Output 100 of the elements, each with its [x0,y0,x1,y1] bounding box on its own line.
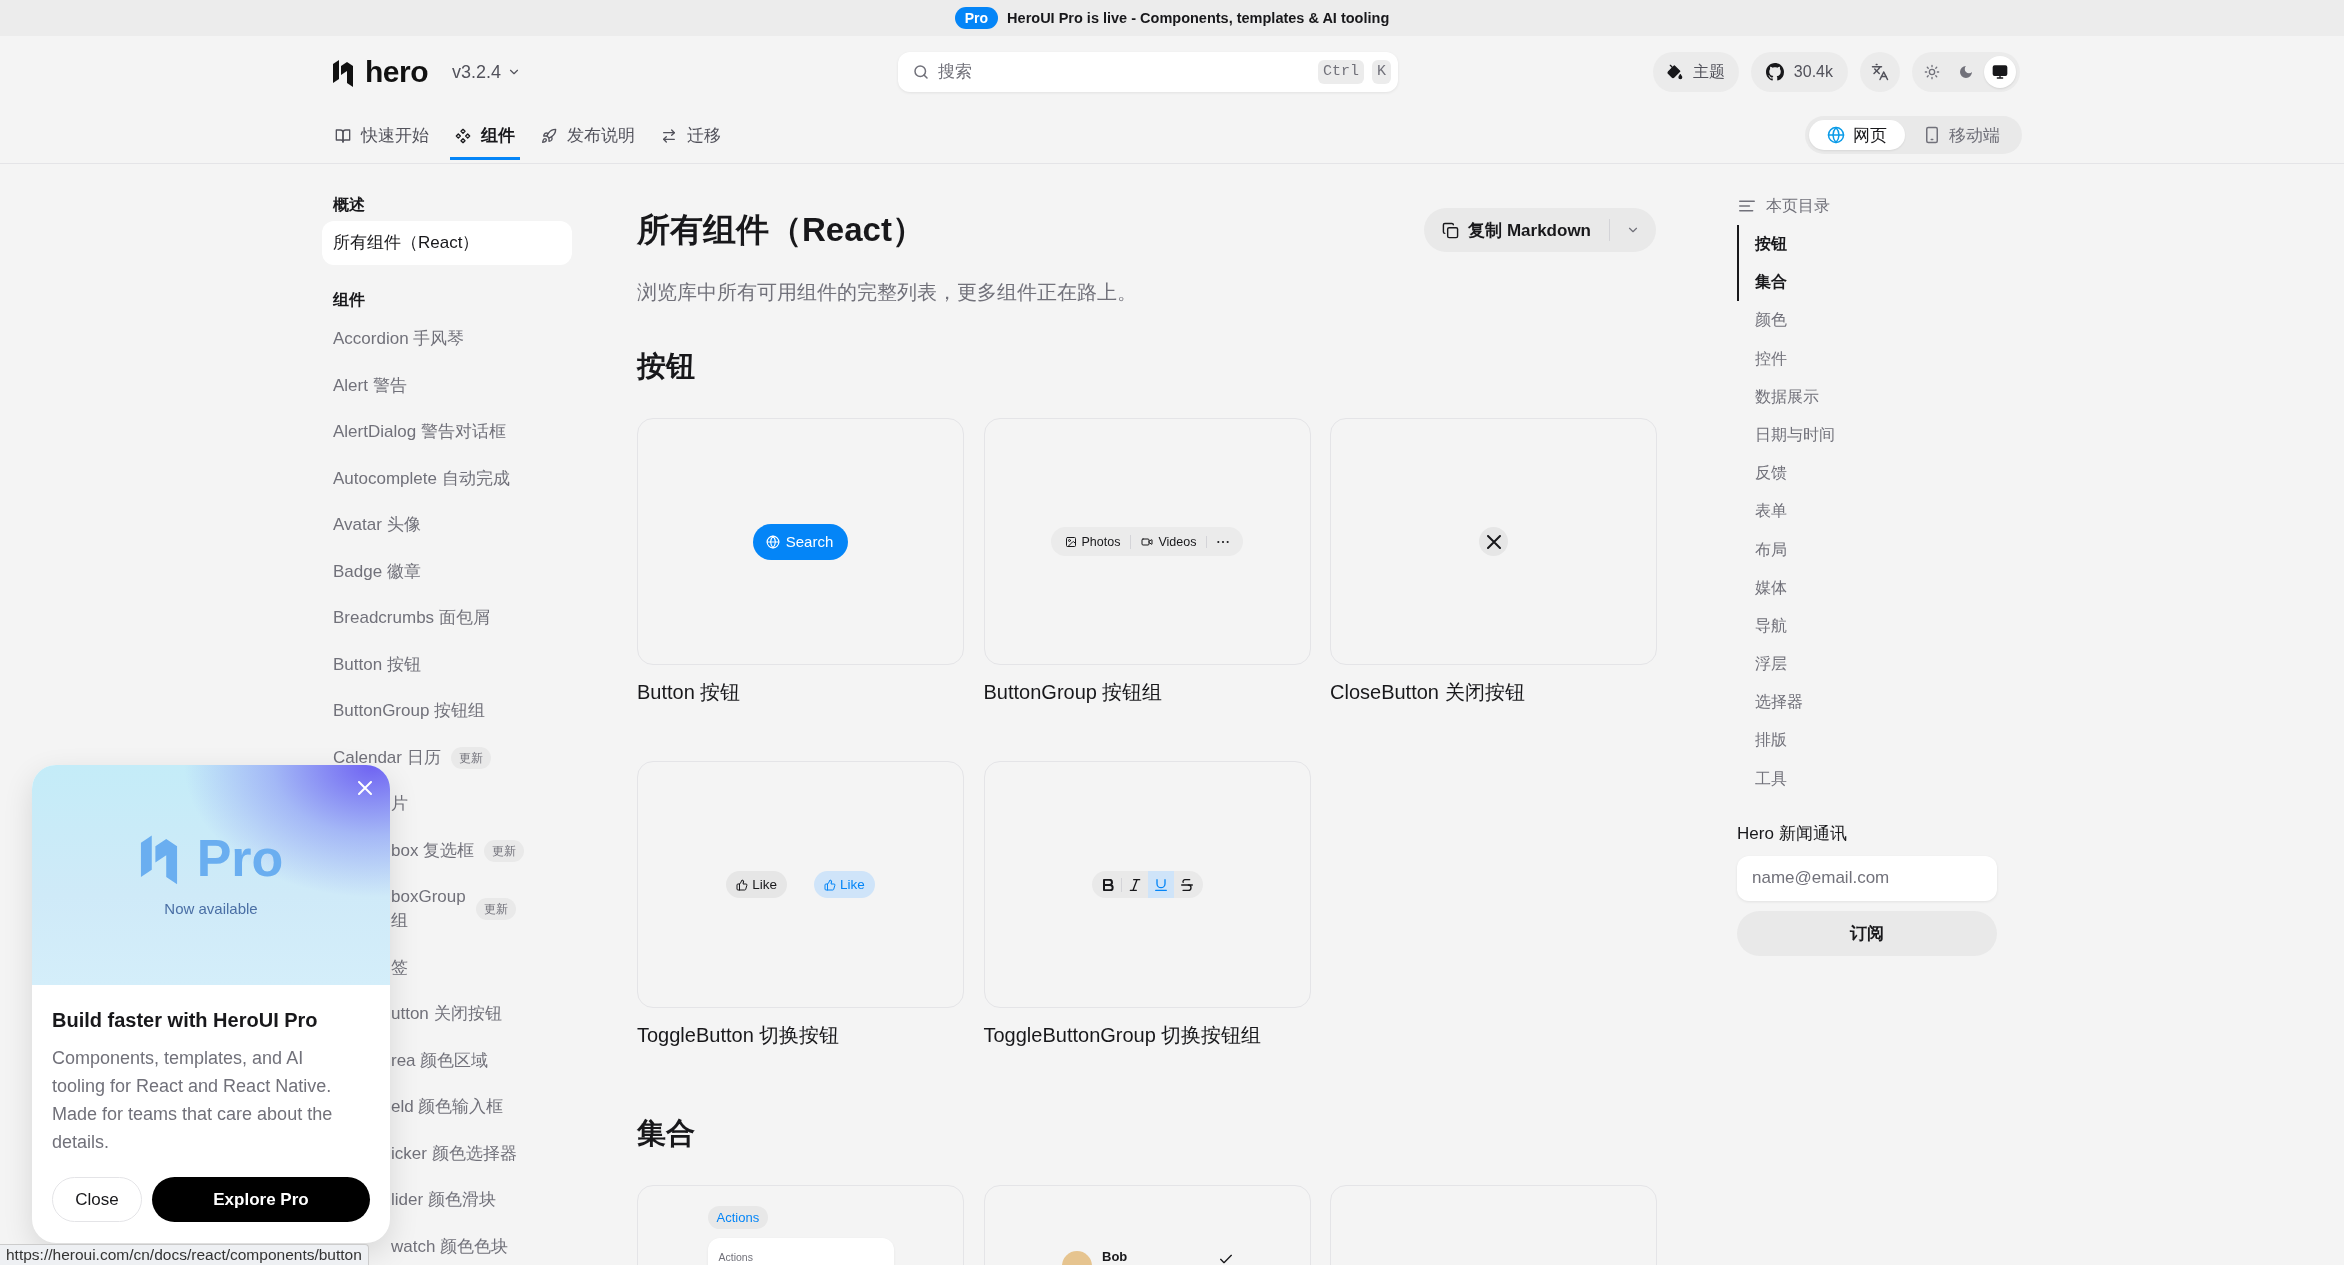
nav-tab[interactable]: 发布说明 [536,108,640,160]
github-stars-button[interactable]: 30.4k [1750,52,1848,92]
sidebar-item[interactable]: AlertDialog 警告对话框 [322,409,572,456]
component-link[interactable]: CloseButton 关闭按钮 [1330,679,1525,705]
subscribe-button[interactable]: 订阅 [1737,910,1997,956]
videos-button[interactable]: Videos [1130,534,1207,549]
close-icon [1486,534,1501,549]
component-link[interactable]: ToggleButtonGroup 切换按钮组 [983,1022,1262,1048]
search-input[interactable]: 搜索 [938,60,1310,84]
list-icon [1739,198,1755,214]
preview-card[interactable]: Actions Actions [637,1185,964,1265]
component-link[interactable]: ToggleButton 切换按钮 [637,1022,840,1048]
toc-link[interactable]: 排版 [1737,721,2021,760]
monitor-icon [1992,64,2008,80]
promo-description: Components, templates, and AI tooling for React and React Native. Made for teams that care about the details. [52,1047,334,1154]
explore-pro-button[interactable]: Explore Pro [152,1177,370,1222]
toc-link[interactable]: 表单 [1737,492,2021,531]
toc-link[interactable]: 浮层 [1737,645,2021,684]
like-toggle-button[interactable]: Like [814,871,875,898]
nav-tab[interactable]: 组件 [450,108,520,160]
pro-badge: Pro [954,7,999,29]
toc-link[interactable]: 按钮 [1737,225,2021,264]
close-icon [358,781,372,795]
user-name[interactable]: Bob [1102,1249,1128,1264]
sidebar-item[interactable]: ButtonGroup 按钮组 [322,688,572,735]
toc-link[interactable]: 日期与时间 [1737,415,2021,455]
toc-link[interactable]: 集合 [1737,263,2021,302]
toc-link[interactable]: 控件 [1737,339,2021,378]
version-dropdown[interactable]: v3.2.4 [452,56,522,88]
section-heading: 集合 [637,1116,696,1151]
photos-button[interactable]: Photos [1054,534,1131,549]
copy-markdown-button[interactable]: 复制 Markdown [1424,219,1610,241]
nav-tab[interactable]: 迁移 [656,108,726,160]
underline-toggle[interactable] [1147,871,1174,898]
toc-link[interactable]: 选择器 [1737,683,2021,722]
status-url: https://heroui.com/cn/docs/react/components/button [0,1244,369,1265]
search-field[interactable]: 搜索 Ctrl K [898,52,1398,92]
sidebar-item[interactable]: Autocomplete 自动完成 [322,455,572,502]
sidebar-item[interactable]: box 复选框 更新 [389,827,572,874]
update-badge: 更新 [484,839,525,862]
system-mode-button[interactable] [1984,56,2016,88]
language-button[interactable] [1860,52,1900,92]
email-field[interactable]: name@email.com [1737,855,1997,901]
sidebar-item[interactable]: 片 [389,781,572,828]
toc-link[interactable]: 颜色 [1737,301,2021,340]
rocket-icon [541,127,557,144]
preview-card[interactable]: Photos Videos [983,418,1311,665]
toc-link[interactable]: 反馈 [1737,454,2021,493]
page-title: 所有组件（React） [637,210,925,250]
sidebar-heading: 概述 [332,195,366,215]
preview-card[interactable]: Bob [983,1185,1311,1265]
sidebar-item[interactable]: utton 关闭按钮 [389,991,572,1038]
mobile-platform-tab[interactable]: 移动端 [1905,120,2018,150]
sidebar-item[interactable]: icker 颜色选择器 [389,1130,572,1177]
toc-link[interactable]: 数据展示 [1737,377,2021,416]
page-subtitle: 浏览库中所有可用组件的完整列表，更多组件正在路上。 [637,280,1138,305]
sidebar-item[interactable]: Accordion 手风琴 [322,316,572,363]
toc-link[interactable]: 布局 [1737,530,2021,569]
search-button[interactable]: Search [752,523,849,560]
update-badge: 更新 [450,746,491,769]
announcement-text[interactable]: HeroUI Pro is live - Components, templates & AI tooling [1007,10,1390,26]
close-button[interactable] [1479,527,1508,556]
preview-card[interactable]: Like Like [637,761,964,1008]
dropdown-trigger[interactable]: Actions [707,1206,769,1229]
copy-icon [1442,221,1460,239]
sidebar-item[interactable]: Breadcrumbs 面包屑 [322,595,572,642]
sidebar-item[interactable]: Button 按钮 [322,641,572,688]
theme-button[interactable]: 主题 [1652,52,1739,92]
sidebar-item[interactable]: 签 [389,944,572,991]
paint-bucket-icon [1666,64,1683,80]
toc-link[interactable]: 工具 [1737,759,2021,798]
promo-title: Build faster with HeroUI Pro [52,1008,319,1033]
sidebar-item[interactable]: rea 颜色区域 [389,1037,572,1084]
sidebar-item[interactable]: Alert 警告 [322,362,572,409]
like-toggle-button[interactable]: Like [726,871,787,898]
phone-icon [1923,126,1941,144]
sidebar-item[interactable]: watch 颜色色块 [389,1223,572,1265]
nav-tab[interactable]: 快速开始 [330,108,434,160]
italic-icon [1128,878,1141,891]
sidebar-item[interactable]: lider 颜色滑块 [389,1177,572,1224]
shortcut-key: K [1372,60,1391,84]
logo-text[interactable]: hero [365,54,428,90]
shortcut-key: Ctrl [1317,60,1364,84]
search-icon [912,63,930,81]
preview-card[interactable]: Search [637,418,964,665]
toc-heading: 本页目录 [1766,195,1830,216]
sidebar-item[interactable]: Badge 徽章 [322,548,572,595]
sidebar-item[interactable]: eld 颜色输入框 [389,1084,572,1131]
toc-link[interactable]: 导航 [1737,606,2021,646]
sidebar-item[interactable]: boxGroup 组 更新 [389,874,572,945]
sidebar-item[interactable]: 所有组件（React） [322,221,572,265]
close-popup-button[interactable]: Close [52,1177,142,1222]
web-platform-tab[interactable]: 网页 [1809,120,1905,150]
sidebar-item[interactable]: Calendar 日历 更新 [322,734,572,781]
toc-link[interactable]: 媒体 [1737,568,2021,607]
image-icon [1064,535,1077,548]
component-link[interactable]: ButtonGroup 按钮组 [983,679,1163,705]
underline-icon [1154,878,1167,891]
sidebar-item[interactable]: Avatar 头像 [322,502,572,549]
component-link[interactable]: Button 按钮 [637,679,741,705]
